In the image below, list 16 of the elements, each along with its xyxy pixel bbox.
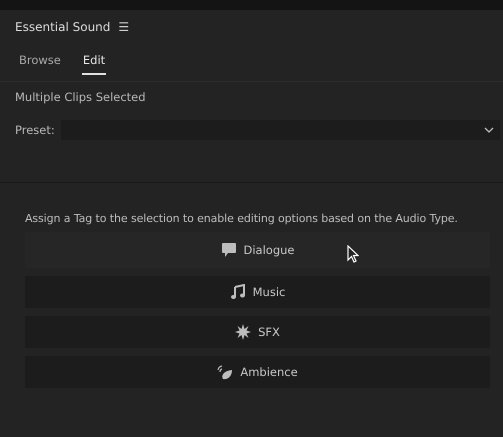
music-note-icon — [230, 284, 246, 300]
instruction-text: Assign a Tag to the selection to enable editing options based on the Audio Type. — [24, 211, 459, 225]
tab[interactable]: Browse — [18, 51, 62, 75]
panel-title: Essential Sound — [15, 20, 110, 34]
mouse-cursor-icon — [347, 245, 359, 263]
leaf-icon — [217, 364, 234, 380]
starburst-icon — [235, 324, 252, 340]
preset-dropdown[interactable] — [60, 120, 500, 140]
audio-type-button[interactable]: Music — [25, 276, 490, 308]
selection-label: Multiple Clips Selected — [14, 89, 147, 106]
tab[interactable]: Edit — [82, 51, 106, 75]
preset-label: Preset: — [15, 123, 55, 137]
audio-type-button[interactable]: Ambience — [25, 356, 490, 388]
speech-bubble-icon — [220, 242, 236, 258]
chevron-down-icon — [484, 127, 494, 133]
audio-type-button[interactable]: SFX — [25, 316, 490, 348]
